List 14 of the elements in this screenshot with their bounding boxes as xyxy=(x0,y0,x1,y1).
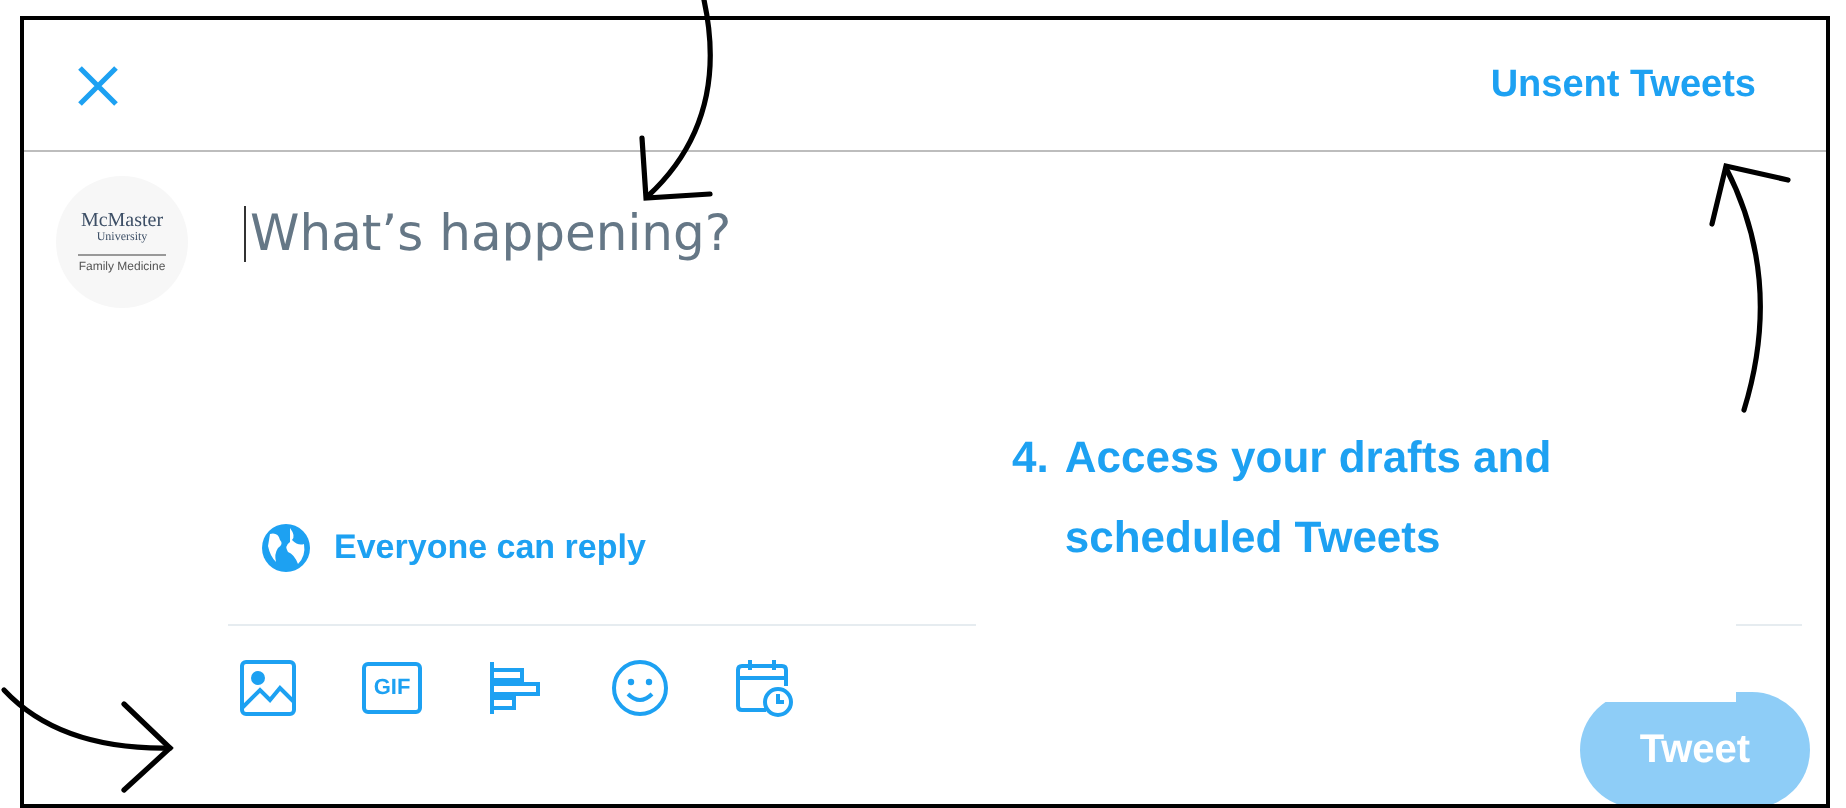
close-icon[interactable] xyxy=(76,63,120,107)
annotation-number: 4. xyxy=(1012,430,1049,486)
text-cursor xyxy=(244,205,246,261)
globe-icon xyxy=(260,522,312,574)
tweet-input[interactable]: What’s happening? xyxy=(246,204,1090,262)
emoji-icon[interactable] xyxy=(610,658,670,718)
logo-title: McMaster xyxy=(80,211,164,231)
annotation-text: Access your drafts and scheduled Tweets xyxy=(1064,430,1554,566)
poll-icon[interactable] xyxy=(486,658,546,718)
unsent-tweets-link[interactable]: Unsent Tweets xyxy=(1490,63,1756,107)
schedule-icon[interactable] xyxy=(734,658,794,718)
gif-button[interactable]: GIF xyxy=(362,662,422,714)
image-icon[interactable] xyxy=(238,658,298,718)
reply-setting-button[interactable]: Everyone can reply xyxy=(260,522,646,574)
